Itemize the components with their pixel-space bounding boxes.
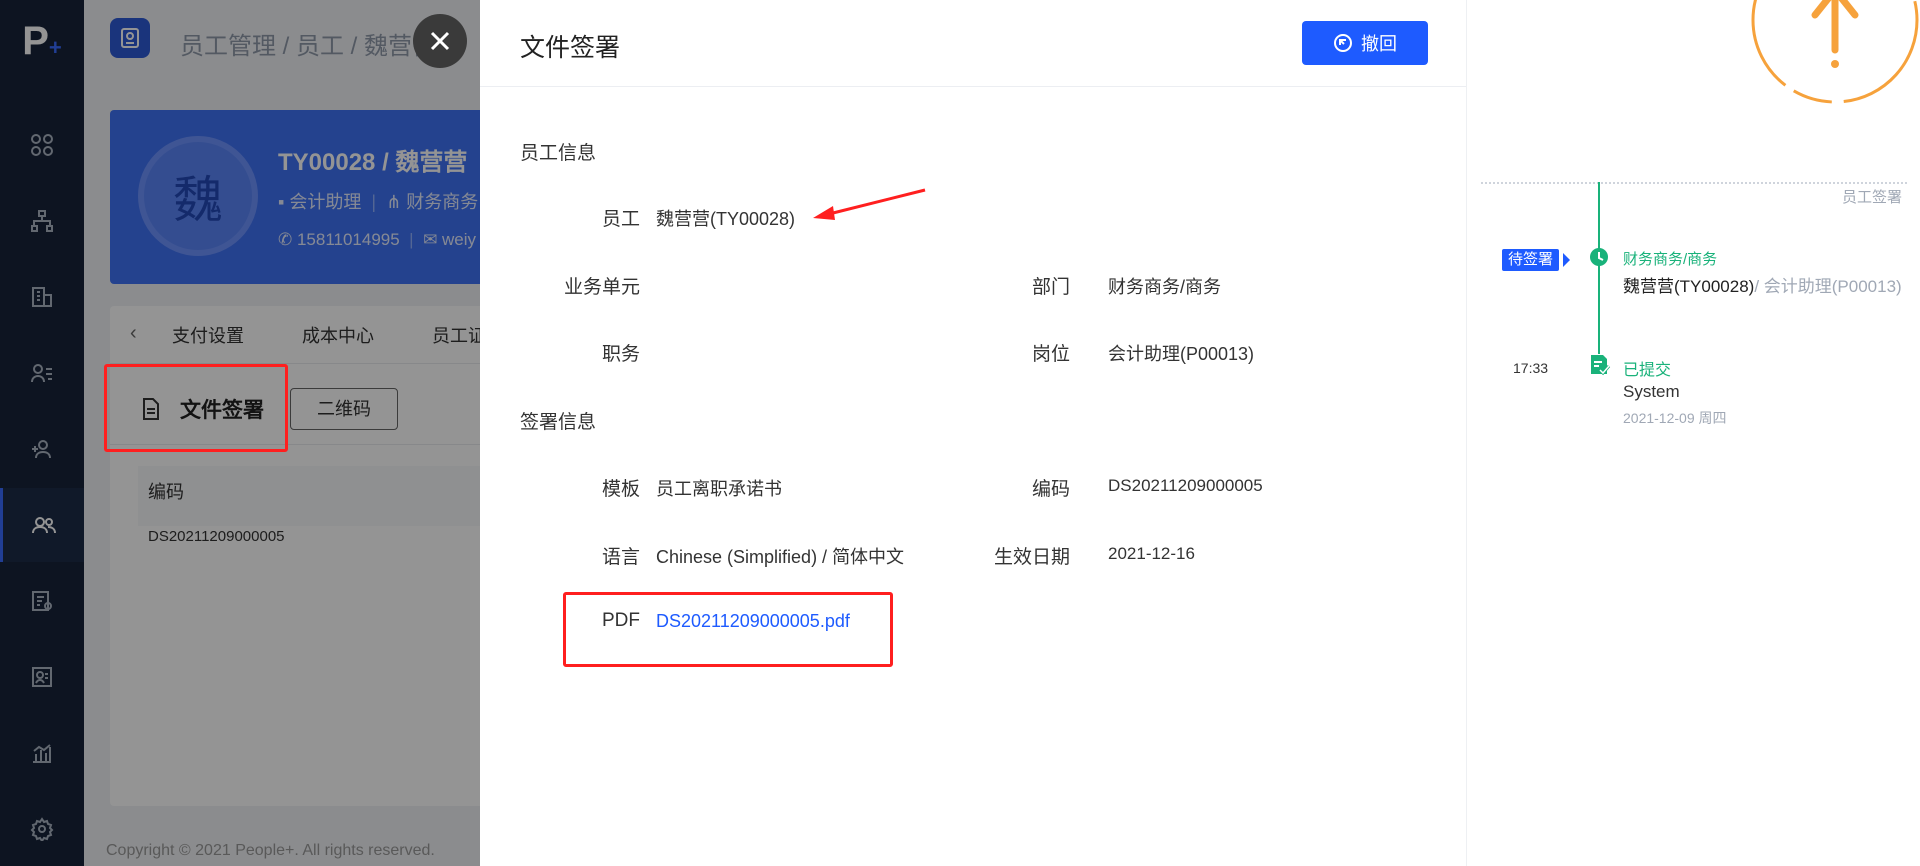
modal-title: 文件签署 [520, 34, 621, 62]
undo-icon [1334, 34, 1352, 52]
document-sign-modal: 文件签署 撤回 员工信息 员工 魏营营(TY00028) 业务单元 部门 财务商… [480, 0, 1466, 866]
language-value: Chinese (Simplified) / 简体中文 [656, 547, 905, 567]
job-label: 职务 [601, 344, 640, 365]
submitted-doc-icon [1591, 355, 1611, 376]
pending-badge-pointer [1563, 253, 1570, 267]
submit-time: 17:33 [1513, 360, 1549, 376]
effective-date-label: 生效日期 [993, 547, 1070, 568]
timeline-panel: 员工签署 待签署 财务商务/商务 魏营营(TY00028)/ 会计助理(P000… [1466, 0, 1920, 866]
dept-label: 部门 [1031, 277, 1070, 298]
annotation-arrow [813, 188, 926, 220]
revoke-button[interactable]: 撤回 [1302, 21, 1428, 65]
timeline-header: 员工签署 [1842, 189, 1903, 206]
code-label: 编码 [1031, 479, 1070, 500]
template-value: 员工离职承诺书 [656, 479, 782, 499]
bu-label: 业务单元 [563, 277, 640, 298]
sign-section-title: 签署信息 [520, 412, 597, 433]
pending-post: / 会计助理(P00013) [1754, 277, 1902, 296]
revoke-label: 撤回 [1361, 34, 1397, 54]
close-icon [430, 31, 450, 51]
dept-value: 财务商务/商务 [1108, 277, 1222, 297]
code-value: DS20211209000005 [1108, 476, 1263, 495]
modal-divider [480, 86, 1466, 87]
pending-dept: 财务商务/商务 [1623, 251, 1718, 268]
post-value: 会计助理(P00013) [1108, 344, 1255, 364]
employee-value: 魏营营(TY00028) [656, 209, 796, 229]
pending-person: 魏营营(TY00028) [1623, 277, 1755, 296]
submit-date: 2021-12-09 周四 [1623, 410, 1727, 426]
template-label: 模板 [601, 479, 640, 500]
close-button[interactable] [413, 14, 467, 68]
pending-badge: 待签署 [1502, 249, 1560, 271]
employee-section-title: 员工信息 [520, 143, 597, 164]
employee-label: 员工 [601, 209, 640, 230]
annotation-box-section [104, 364, 288, 452]
effective-date-value: 2021-12-16 [1108, 544, 1195, 563]
timeline-dotted-line [1481, 182, 1907, 184]
language-label: 语言 [601, 547, 640, 568]
scroll-top-icon[interactable] [1747, 0, 1920, 135]
post-label: 岗位 [1031, 344, 1070, 365]
pending-person-line: 魏营营(TY00028)/ 会计助理(P00013) [1623, 272, 1902, 297]
submit-actor: System [1623, 382, 1680, 401]
timeline-line [1598, 182, 1600, 354]
annotation-box-pdf [563, 592, 893, 667]
clock-icon [1590, 248, 1608, 266]
submit-status: 已提交 [1623, 362, 1672, 379]
